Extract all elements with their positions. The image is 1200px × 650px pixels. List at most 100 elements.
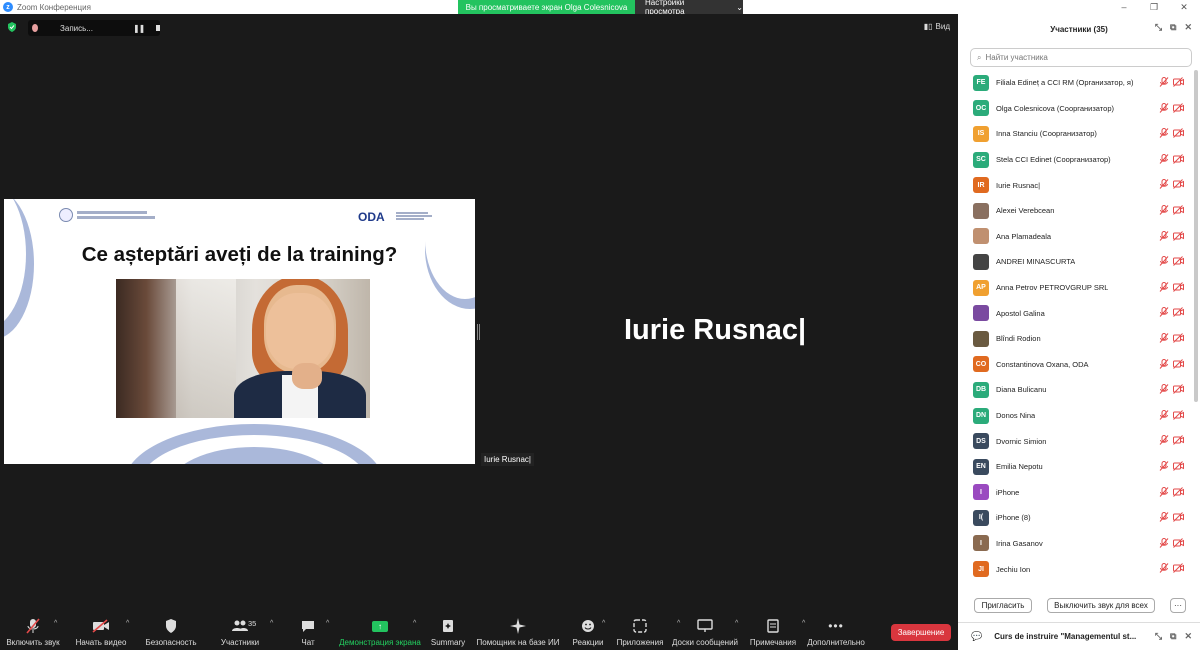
- notes-button[interactable]: Примечания ^: [750, 612, 805, 650]
- summary-icon: [443, 620, 453, 632]
- share-screen-label: Демонстрация экрана: [339, 638, 421, 647]
- participant-row[interactable]: OC Olga Colesnicova (Соорганизатор): [958, 96, 1194, 122]
- oda-logo: ODA: [358, 210, 385, 224]
- participants-panel: Участники (35) ⤡ ⧉ ✕ ⌕ FE Filiala Edineț …: [958, 14, 1200, 650]
- participant-name: iPhone (8): [996, 513, 1031, 523]
- summary-button[interactable]: Summary: [430, 612, 466, 650]
- avatar: I(: [973, 509, 989, 526]
- chevron-up-icon[interactable]: ^: [413, 620, 416, 627]
- participant-name: Stela CCI Edinet (Соорганизатор): [996, 155, 1111, 165]
- chevron-up-icon[interactable]: ^: [54, 620, 57, 627]
- encryption-shield-icon[interactable]: [7, 22, 17, 32]
- participant-row[interactable]: JI Jechiu Ion: [958, 556, 1194, 582]
- participant-row[interactable]: DS Dvornic Simion: [958, 428, 1194, 454]
- share-screen-button[interactable]: ↑ Демонстрация экрана ^: [339, 612, 421, 650]
- chevron-up-icon[interactable]: ^: [802, 620, 805, 627]
- view-label: Вид: [935, 22, 950, 31]
- participant-row[interactable]: CO Constantinova Oxana, ODA: [958, 352, 1194, 378]
- chat-bar[interactable]: 💬 Curs de instruire "Managementul st... …: [958, 622, 1200, 650]
- split-view-handle[interactable]: [477, 324, 480, 340]
- participant-name: Iurie Rusnac|: [996, 180, 1041, 190]
- sharer-name-tag: Iurie Rusnac|: [481, 453, 534, 466]
- participant-name: Blîndi Rodion: [996, 334, 1041, 344]
- meeting-area: Запись... ❚❚ ▮▯ Вид ODA Ce așteptări ave…: [0, 14, 958, 650]
- participants-list: FE Filiala Edineț a CCI RM (Организатор, …: [958, 70, 1194, 588]
- mic-muted-icon: [1159, 256, 1169, 266]
- participant-search[interactable]: ⌕: [970, 48, 1192, 67]
- participant-row[interactable]: IiPhone: [958, 480, 1194, 506]
- participant-name: Jechiu Ion: [996, 564, 1031, 574]
- camera-off-icon: [1173, 512, 1184, 522]
- view-button[interactable]: ▮▯ Вид: [924, 22, 950, 31]
- unmute-button[interactable]: Включить звук ^: [6, 612, 60, 650]
- end-meeting-button[interactable]: Завершение: [891, 624, 951, 641]
- chat-button[interactable]: Чат ^: [298, 612, 329, 650]
- close-icon[interactable]: ✕: [1184, 631, 1192, 642]
- invite-button[interactable]: Пригласить: [974, 598, 1032, 613]
- camera-off-icon: [1173, 230, 1184, 241]
- chat-icon: 💬: [971, 631, 983, 641]
- participant-row[interactable]: Apostol Galina: [958, 300, 1194, 326]
- window-title: Zoom Конференция: [17, 2, 91, 12]
- participant-name: Constantinova Oxana, ODA: [996, 359, 1089, 369]
- summary-label: Summary: [430, 638, 466, 647]
- chevron-up-icon[interactable]: ^: [270, 620, 273, 627]
- security-button[interactable]: Безопасность: [145, 612, 197, 650]
- participant-name: Ana Plamadeala: [996, 231, 1052, 241]
- participants-button[interactable]: Участники 35 ^: [220, 612, 273, 650]
- participant-row[interactable]: ANDREI MINASCURTA: [958, 249, 1194, 275]
- participant-row[interactable]: Alexei Verebcean: [958, 198, 1194, 224]
- chevron-up-icon[interactable]: ^: [602, 620, 605, 627]
- participant-search-input[interactable]: [985, 53, 1176, 62]
- camera-off-icon: [1173, 537, 1184, 548]
- participant-status-icons: [1159, 102, 1184, 113]
- avatar: [973, 202, 989, 219]
- participant-row[interactable]: IR Iurie Rusnac|: [958, 172, 1194, 198]
- chevron-up-icon[interactable]: ^: [326, 620, 329, 627]
- apps-button[interactable]: Приложения ^: [617, 612, 680, 650]
- participant-row[interactable]: FE Filiala Edineț a CCI RM (Организатор, …: [958, 70, 1194, 96]
- whiteboards-button[interactable]: Доски сообщений ^: [672, 612, 738, 650]
- close-icon[interactable]: ✕: [1184, 22, 1192, 33]
- participant-status-icons: [1159, 435, 1184, 446]
- mic-muted-icon: [1159, 563, 1169, 574]
- start-video-button[interactable]: Начать видео ^: [75, 612, 129, 650]
- chevron-up-icon[interactable]: ^: [126, 620, 129, 627]
- participant-row[interactable]: I( iPhone (8): [958, 505, 1194, 531]
- pause-recording-button[interactable]: ❚❚: [133, 24, 145, 33]
- participants-scrollbar[interactable]: [1194, 70, 1198, 402]
- participant-row[interactable]: AP Anna Petrov PETROVGRUP SRL: [958, 275, 1194, 301]
- collapse-icon[interactable]: ⤡: [1155, 631, 1162, 642]
- participant-row[interactable]: Blîndi Rodion: [958, 326, 1194, 352]
- ai-companion-button[interactable]: Помощник на базе ИИ: [477, 612, 559, 650]
- participant-row[interactable]: DB Diana Bulicanu: [958, 377, 1194, 403]
- avatar: FE: [973, 74, 989, 91]
- mute-all-button[interactable]: Выключить звук для всех: [1047, 598, 1155, 613]
- minimize-button[interactable]: –: [1114, 0, 1134, 14]
- participant-status-icons: [1159, 460, 1184, 471]
- participant-row[interactable]: IS Inna Stanciu (Соорганизатор): [958, 121, 1194, 147]
- camera-off-icon: [1173, 486, 1184, 497]
- mic-muted-icon: [1159, 486, 1169, 497]
- stop-recording-button[interactable]: [156, 25, 160, 31]
- participant-row[interactable]: I Irina Gasanov: [958, 531, 1194, 557]
- pop-out-icon[interactable]: ⧉: [1170, 22, 1176, 33]
- search-icon: ⌕: [977, 52, 982, 62]
- start-video-label: Начать видео: [75, 638, 127, 647]
- collapse-icon[interactable]: ⤡: [1155, 22, 1162, 33]
- participant-row[interactable]: DN Donos Nina: [958, 403, 1194, 429]
- more-options-button[interactable]: ···: [1170, 598, 1186, 613]
- more-button[interactable]: ••• Дополнительно: [807, 612, 865, 650]
- participant-status-icons: [1159, 281, 1184, 292]
- reactions-button[interactable]: Реакции ^: [572, 612, 605, 650]
- mic-muted-icon: [1159, 153, 1169, 164]
- chat-icon: [302, 620, 314, 632]
- restore-button[interactable]: ❐: [1144, 0, 1164, 14]
- participant-row[interactable]: SC Stela CCI Edinet (Соорганизатор): [958, 147, 1194, 173]
- close-button[interactable]: ✕: [1174, 0, 1194, 14]
- chevron-up-icon[interactable]: ^: [735, 620, 738, 627]
- participant-row[interactable]: Ana Plamadeala: [958, 224, 1194, 250]
- view-settings-button[interactable]: Настройки просмотра ⌄: [635, 0, 743, 16]
- pop-out-icon[interactable]: ⧉: [1170, 631, 1176, 642]
- participant-row[interactable]: EN Emilia Nepotu: [958, 454, 1194, 480]
